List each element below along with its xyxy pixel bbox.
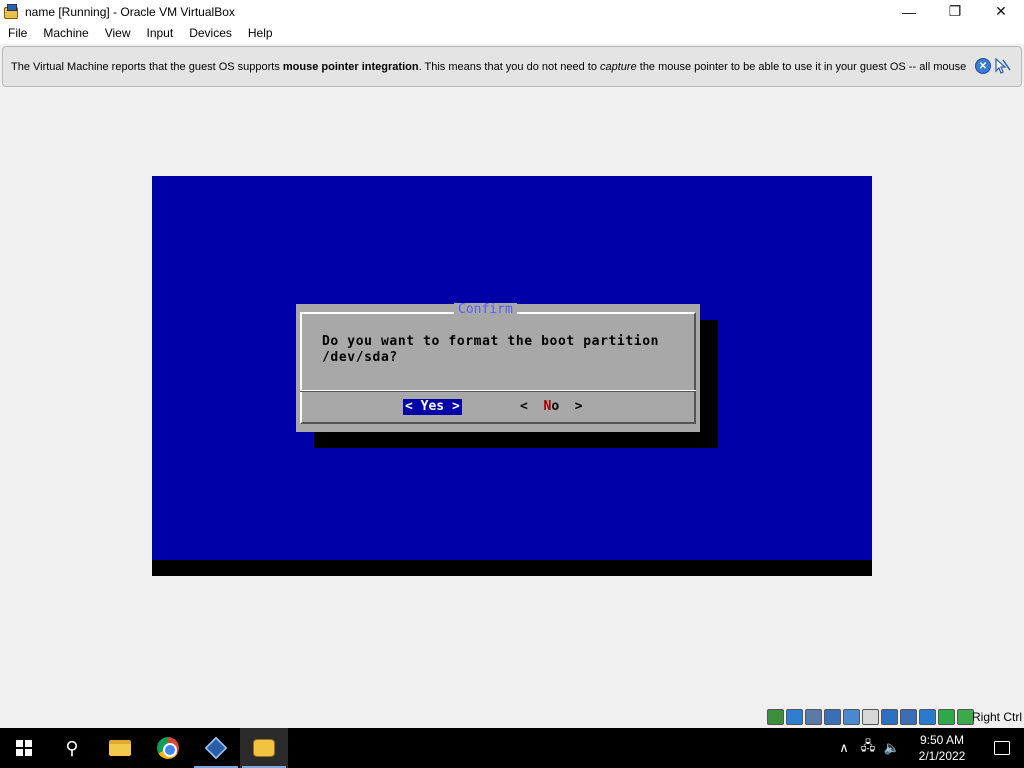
menu-view[interactable]: View <box>97 23 139 44</box>
no-button-label: o <box>551 399 560 414</box>
notification-text-part: . This means that you do not need to <box>418 60 600 73</box>
menu-machine[interactable]: Machine <box>35 23 96 44</box>
clock[interactable]: 9:50 AM 2/1/2022 <box>904 732 980 764</box>
vm-screen-bottom-border <box>152 560 872 576</box>
taskbar-file-explorer[interactable] <box>96 728 144 768</box>
dialog-separator <box>300 390 696 392</box>
video-capture-icon[interactable] <box>900 709 917 725</box>
vm-display[interactable]: Confirm Do you want to format the boot p… <box>152 176 872 576</box>
system-tray: ∧ 🖧 🔈 9:50 AM 2/1/2022 <box>832 728 1024 768</box>
window-title: name [Running] - Oracle VM VirtualBox <box>25 4 235 19</box>
mouse-integration-notification: The Virtual Machine reports that the gue… <box>2 46 1022 87</box>
notification-bold-text: mouse pointer integration <box>282 60 419 73</box>
notification-icon <box>994 741 1010 755</box>
network-icon[interactable]: 🖧 <box>856 737 880 759</box>
notification-text-part: The Virtual Machine reports that the gue… <box>11 60 283 73</box>
notification-italic-text: capture <box>600 60 637 73</box>
yes-button[interactable]: < Yes > <box>403 399 462 415</box>
windows-taskbar: ⚲ ∧ 🖧 🔈 9:50 AM 2/1/2022 <box>0 728 1024 768</box>
dialog-title: Confirm <box>454 303 517 317</box>
clock-time: 9:50 AM <box>919 733 965 747</box>
menu-help[interactable]: Help <box>240 23 281 44</box>
hard-disk-icon[interactable] <box>767 709 784 725</box>
folder-icon <box>109 740 131 756</box>
window-title-bar: name [Running] - Oracle VM VirtualBox — … <box>0 0 1024 23</box>
start-button[interactable] <box>0 728 48 768</box>
no-button-bracket-right: > <box>559 399 583 414</box>
display-icon[interactable] <box>881 709 898 725</box>
minimize-button[interactable]: — <box>886 0 932 23</box>
menu-file[interactable]: File <box>0 23 35 44</box>
chrome-icon <box>157 737 179 759</box>
volume-muted-icon[interactable]: 🔈 <box>880 740 904 756</box>
shared-folders-icon[interactable] <box>862 709 879 725</box>
taskbar-virtualbox-manager[interactable] <box>192 728 240 768</box>
restore-button[interactable]: ❐ <box>932 0 978 23</box>
windows-logo-icon <box>16 740 32 756</box>
no-button[interactable]: < No > <box>520 399 583 415</box>
clock-date: 2/1/2022 <box>918 749 966 763</box>
action-center-button[interactable] <box>980 728 1024 768</box>
search-button[interactable]: ⚲ <box>48 728 96 768</box>
status-bar: Right Ctrl <box>0 707 1024 727</box>
taskbar-vm-window[interactable] <box>240 728 288 768</box>
close-button[interactable]: ✕ <box>978 0 1024 23</box>
virtualbox-icon <box>204 736 228 760</box>
optical-disk-icon[interactable] <box>786 709 803 725</box>
audio-icon[interactable] <box>805 709 822 725</box>
network-icon[interactable] <box>824 709 841 725</box>
confirm-dialog: Confirm Do you want to format the boot p… <box>296 303 700 432</box>
notification-close-icon[interactable]: ✕ <box>975 58 991 74</box>
notification-text-part: the mouse pointer to be able to use it i… <box>636 60 967 73</box>
dialog-frame <box>300 312 696 424</box>
usb-icon[interactable] <box>843 709 860 725</box>
globe-icon[interactable] <box>938 709 955 725</box>
menu-input[interactable]: Input <box>139 23 182 44</box>
window-controls: — ❐ ✕ <box>886 0 1024 23</box>
status-indicators <box>767 709 974 725</box>
cpu-icon[interactable] <box>919 709 936 725</box>
virtualbox-app-icon <box>3 3 19 20</box>
menu-devices[interactable]: Devices <box>181 23 240 44</box>
host-key-label[interactable]: Right Ctrl <box>972 710 1022 724</box>
search-icon: ⚲ <box>65 737 79 758</box>
chevron-up-icon[interactable]: ∧ <box>832 740 856 756</box>
mouse-integration-off-icon[interactable] <box>993 57 1011 75</box>
no-button-bracket-left: < <box>520 399 544 414</box>
taskbar-chrome[interactable] <box>144 728 192 768</box>
dialog-message: Do you want to format the boot partition… <box>322 334 660 365</box>
vm-window-icon <box>253 739 275 757</box>
menu-bar: File Machine View Input Devices Help <box>0 23 1024 44</box>
notification-text: The Virtual Machine reports that the gue… <box>3 61 967 73</box>
